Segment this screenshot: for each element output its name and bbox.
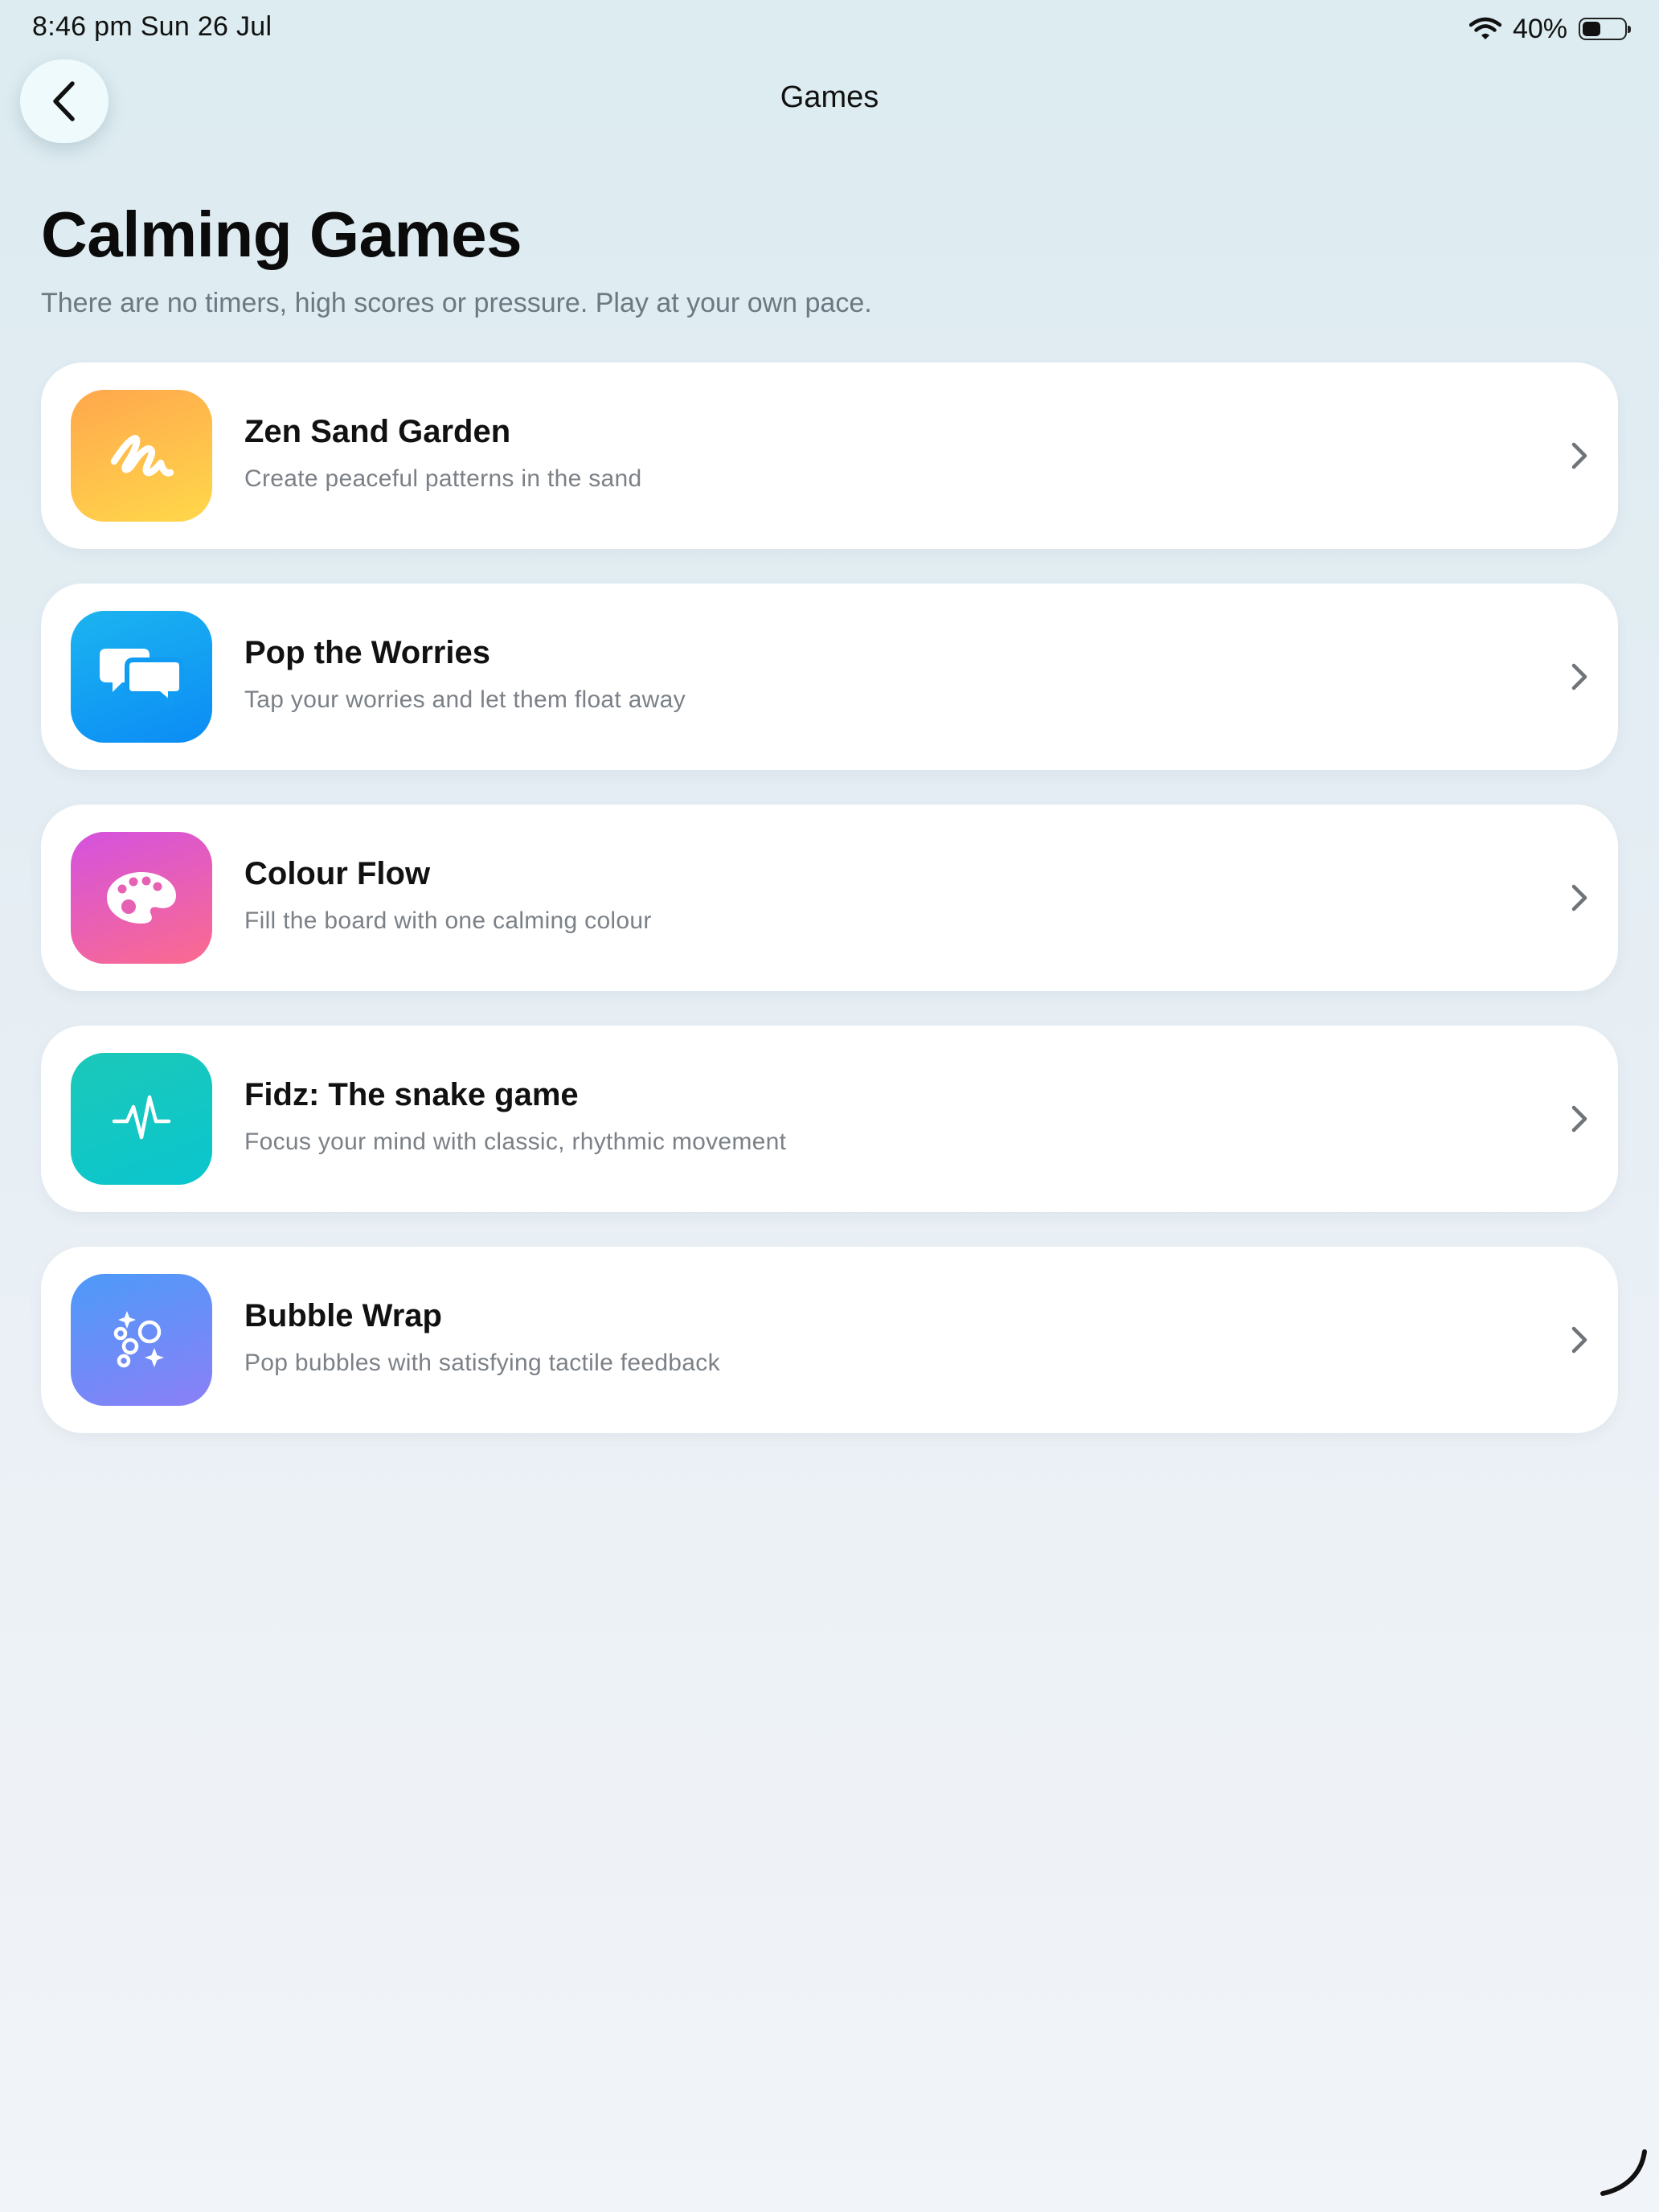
bubbles-icon — [109, 1309, 174, 1370]
battery-icon — [1579, 18, 1631, 40]
game-card-fidz-snake-game[interactable]: Fidz: The snake game Focus your mind wit… — [41, 1026, 1618, 1212]
game-icon-tile — [71, 832, 212, 964]
game-card-colour-flow[interactable]: Colour Flow Fill the board with one calm… — [41, 805, 1618, 991]
status-time: 8:46 pm Sun 26 Jul — [32, 11, 272, 42]
nav-title: Games — [780, 80, 879, 114]
palette-icon — [104, 870, 178, 926]
status-indicators: 40% — [1469, 11, 1631, 47]
game-description: Pop bubbles with satisfying tactile feed… — [244, 1350, 720, 1376]
chevron-right-icon — [1568, 1103, 1591, 1135]
game-description: Focus your mind with classic, rhythmic m… — [244, 1129, 787, 1155]
game-card-bubble-wrap[interactable]: Bubble Wrap Pop bubbles with satisfying … — [41, 1247, 1618, 1433]
game-description: Create peaceful patterns in the sand — [244, 465, 642, 492]
battery-level-fill — [1583, 22, 1601, 36]
game-icon-tile — [71, 1274, 212, 1406]
page-subtitle: There are no timers, high scores or pres… — [41, 288, 872, 318]
pulse-icon — [111, 1091, 172, 1147]
game-title: Colour Flow — [244, 856, 431, 891]
game-card-pop-the-worries[interactable]: Pop the Worries Tap your worries and let… — [41, 584, 1618, 770]
status-bar: 8:46 pm Sun 26 Jul 40% — [0, 0, 1659, 59]
scribble-icon — [109, 428, 174, 484]
game-title: Zen Sand Garden — [244, 414, 511, 449]
game-icon-tile — [71, 611, 212, 743]
game-icon-tile — [71, 390, 212, 522]
game-list: Zen Sand Garden Create peaceful patterns… — [41, 363, 1618, 1468]
chevron-right-icon — [1568, 1324, 1591, 1356]
game-description: Fill the board with one calming colour — [244, 907, 652, 934]
game-description: Tap your worries and let them float away — [244, 686, 686, 713]
wifi-icon — [1469, 17, 1501, 41]
chevron-right-icon — [1568, 661, 1591, 693]
game-icon-tile — [71, 1053, 212, 1185]
chevron-right-icon — [1568, 882, 1591, 914]
game-title: Fidz: The snake game — [244, 1077, 579, 1112]
battery-percentage: 40% — [1512, 13, 1567, 44]
chat-bubbles-icon — [98, 647, 185, 707]
corner-stroke-icon — [1596, 2145, 1653, 2206]
chevron-right-icon — [1568, 440, 1591, 472]
game-title: Pop the Worries — [244, 635, 490, 670]
game-card-zen-sand-garden[interactable]: Zen Sand Garden Create peaceful patterns… — [41, 363, 1618, 549]
game-title: Bubble Wrap — [244, 1298, 442, 1333]
page-title: Calming Games — [41, 199, 522, 270]
